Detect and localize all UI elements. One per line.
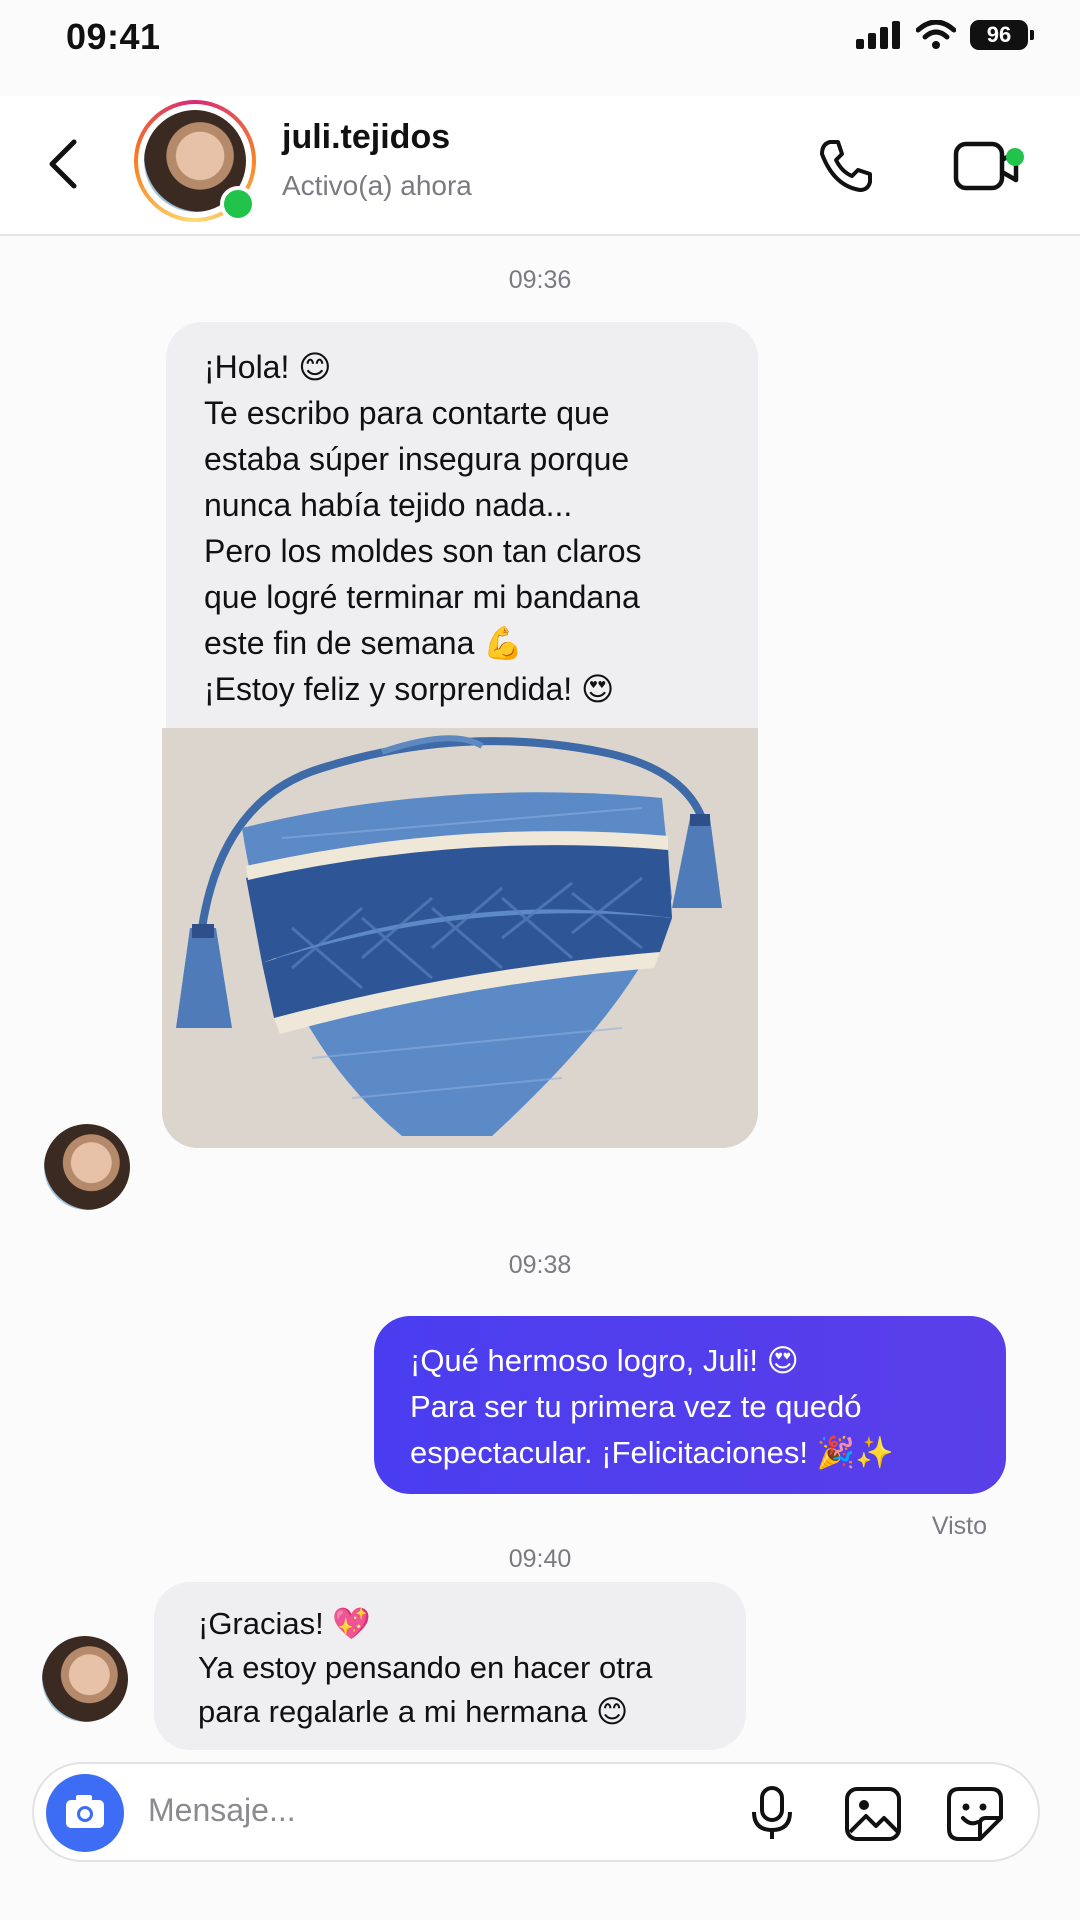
sender-avatar[interactable] <box>42 1636 128 1722</box>
message-line: Ya estoy pensando en hacer otra <box>198 1650 653 1685</box>
online-status-dot <box>220 186 256 222</box>
message-line: nunca había tejido nada... <box>204 487 573 523</box>
contact-username[interactable]: juli.tejidos <box>282 118 450 157</box>
outgoing-message-bubble[interactable]: ¡Qué hermoso logro, Juli! 😍 Para ser tu … <box>374 1316 1006 1494</box>
battery-indicator: 96 <box>970 20 1034 50</box>
message-timestamp: 09:40 <box>508 1545 572 1573</box>
signal-icon <box>856 21 900 49</box>
phone-icon[interactable] <box>812 134 876 198</box>
message-line: Te escribo para contarte que <box>204 395 610 431</box>
message-line: ¡Hola! 😊 <box>204 349 332 385</box>
back-chevron-icon[interactable] <box>40 134 90 194</box>
incoming-message-bubble[interactable]: ¡Gracias! 💖 Ya estoy pensando en hacer o… <box>154 1582 746 1750</box>
seen-receipt: Visto <box>931 1512 987 1540</box>
message-input[interactable]: Mensaje... <box>148 1792 296 1829</box>
incoming-message-bubble[interactable]: ¡Hola! 😊 Te escribo para contarte que es… <box>166 322 758 732</box>
battery-level: 96 <box>986 22 1012 47</box>
message-line: para regalarle a mi hermana 😊 <box>198 1694 629 1729</box>
message-line: este fin de semana 💪 <box>204 625 524 661</box>
message-line: Para ser tu primera vez te quedó <box>410 1389 862 1424</box>
camera-button[interactable] <box>46 1774 124 1852</box>
sticker-icon[interactable] <box>946 1786 1004 1842</box>
camera-icon <box>66 1795 104 1828</box>
video-online-dot <box>1006 148 1024 166</box>
status-time: 09:41 <box>66 16 161 57</box>
status-icons: 96 <box>856 20 1034 50</box>
message-line: ¡Gracias! 💖 <box>198 1606 371 1641</box>
chat-header: juli.tejidos Activo(a) ahora <box>0 96 1080 236</box>
message-line: ¡Estoy feliz y sorprendida! 😍 <box>204 671 615 707</box>
bandana-illustration <box>162 728 758 1148</box>
crochet-bandana-photo[interactable] <box>162 728 758 1148</box>
microphone-icon[interactable] <box>744 1784 800 1842</box>
contact-activity-status: Activo(a) ahora <box>282 170 472 201</box>
gallery-icon[interactable] <box>844 1786 902 1842</box>
message-timestamp: 09:36 <box>508 266 572 294</box>
message-line: estaba súper insegura porque <box>204 441 630 477</box>
message-line: espectacular. ¡Felicitaciones! 🎉✨ <box>410 1435 894 1470</box>
message-line: que logré terminar mi bandana <box>204 579 640 615</box>
sender-avatar[interactable] <box>44 1124 130 1210</box>
message-line: Pero los moldes son tan claros <box>204 533 642 569</box>
message-timestamp: 09:38 <box>508 1251 572 1279</box>
message-line: ¡Qué hermoso logro, Juli! 😍 <box>410 1343 799 1378</box>
wifi-icon <box>916 20 956 49</box>
video-icon[interactable] <box>952 138 1032 194</box>
message-composer: Mensaje... <box>32 1762 1040 1862</box>
